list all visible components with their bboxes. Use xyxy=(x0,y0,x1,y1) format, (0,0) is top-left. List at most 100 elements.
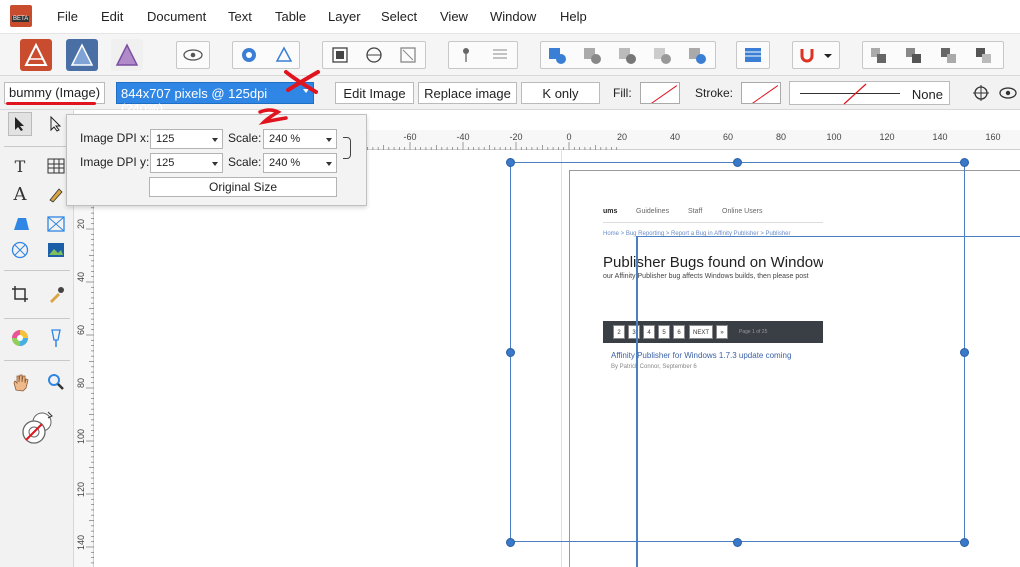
artistic-text-tool-icon[interactable]: A xyxy=(8,182,32,206)
selection-bounding-box[interactable] xyxy=(510,162,965,542)
ruler-tick-label: 80 xyxy=(775,132,787,142)
photo-persona-icon[interactable] xyxy=(66,39,98,71)
link-scale-toggle-icon[interactable] xyxy=(343,137,351,159)
transparency-tool-icon[interactable] xyxy=(44,326,68,350)
image-info-text: 844x707 pixels @ 125dpi (240%) xyxy=(121,86,268,116)
tools-panel: T A xyxy=(0,110,74,567)
resize-handle-bottom[interactable] xyxy=(733,538,742,547)
forward-icon xyxy=(941,48,956,63)
shape-tool-icon[interactable] xyxy=(8,212,32,236)
hand-tool-icon[interactable] xyxy=(8,370,32,394)
menu-bar: File Edit Document Text Table Layer Sele… xyxy=(0,0,1020,34)
menu-help[interactable]: Help xyxy=(560,9,587,24)
swap-colors-icon[interactable] xyxy=(18,408,58,448)
dpi-x-label: Image DPI x: xyxy=(80,131,150,145)
ruler-tick-label: 100 xyxy=(826,132,842,142)
fill-swatch[interactable] xyxy=(640,82,680,104)
frame-text-tool-icon[interactable]: T xyxy=(8,154,32,178)
add-icon xyxy=(549,48,566,64)
resize-handle-bottom-right[interactable] xyxy=(960,538,969,547)
node-tool-icon[interactable] xyxy=(44,112,68,136)
menu-table[interactable]: Table xyxy=(275,9,306,24)
pin-group[interactable] xyxy=(448,41,518,69)
resize-handle-right[interactable] xyxy=(960,348,969,357)
align-button[interactable] xyxy=(736,41,770,69)
place-image-tool-icon[interactable] xyxy=(44,238,68,262)
scale-x-value: 240 % xyxy=(269,133,301,145)
original-size-button[interactable]: Original Size xyxy=(149,177,337,197)
resize-handle-bottom-left[interactable] xyxy=(506,538,515,547)
resize-handle-top-right[interactable] xyxy=(960,158,969,167)
ellipse-frame-tool-icon[interactable] xyxy=(8,238,32,262)
xor-icon xyxy=(654,48,671,64)
pin-text-icon xyxy=(493,49,507,59)
tools-divider xyxy=(4,146,70,147)
boolean-ops-group[interactable] xyxy=(540,41,716,69)
replace-image-button[interactable]: Replace image xyxy=(418,82,517,104)
scale-x-combo[interactable]: 240 % xyxy=(263,129,337,149)
backward-icon xyxy=(906,48,921,63)
ruler-tick-label: 120 xyxy=(879,132,895,142)
crosshair-icon[interactable] xyxy=(972,84,990,102)
app-logo-icon[interactable] xyxy=(10,5,32,27)
ruler-tick-label: 120 xyxy=(76,481,86,497)
tools-divider xyxy=(4,318,70,319)
annotation-cross-mark xyxy=(284,70,320,94)
pin-icon xyxy=(463,48,469,62)
dpi-x-value: 125 xyxy=(156,133,175,145)
publisher-persona-icon[interactable] xyxy=(20,39,52,71)
eye-icon[interactable] xyxy=(998,84,1018,102)
snapping-button[interactable] xyxy=(792,41,840,69)
ruler-tick-label: 0 xyxy=(566,132,572,142)
ruler-tick-label: 20 xyxy=(616,132,628,142)
flower-icon xyxy=(242,48,256,62)
ruler-tick-label: 160 xyxy=(985,132,1001,142)
move-tool-icon[interactable] xyxy=(8,112,32,136)
arrange-group[interactable] xyxy=(862,41,1004,69)
menu-edit[interactable]: Edit xyxy=(101,9,123,24)
menu-view[interactable]: View xyxy=(440,9,468,24)
ruler-tick-label: 140 xyxy=(76,534,86,550)
text-wrap-group[interactable] xyxy=(322,41,426,69)
annotation-scribble-mark xyxy=(258,108,288,125)
ruler-tick-label: 40 xyxy=(76,271,86,282)
scale-x-label: Scale: xyxy=(228,131,262,145)
ruler-tick-label: -20 xyxy=(509,132,523,142)
dpi-y-value: 125 xyxy=(156,157,175,169)
picture-frame-tool-icon[interactable] xyxy=(44,212,68,236)
menu-select[interactable]: Select xyxy=(381,9,417,24)
fill-tool-icon[interactable] xyxy=(8,326,32,350)
stroke-swatch[interactable] xyxy=(741,82,781,104)
menu-text[interactable]: Text xyxy=(228,9,252,24)
preview-mode-button[interactable] xyxy=(176,41,210,69)
chevron-down-icon xyxy=(326,162,332,166)
ruler-tick-label: 40 xyxy=(669,132,681,142)
wrap-square-icon xyxy=(332,47,348,63)
menu-file[interactable]: File xyxy=(57,9,78,24)
align-icon xyxy=(745,48,761,62)
scale-y-value: 240 % xyxy=(269,157,301,169)
k-only-button[interactable]: K only xyxy=(521,82,600,104)
resize-handle-top[interactable] xyxy=(733,158,742,167)
menu-layer[interactable]: Layer xyxy=(328,9,361,24)
color-picker-tool-icon[interactable] xyxy=(44,282,68,306)
subtract-icon xyxy=(584,48,601,64)
edit-image-button[interactable]: Edit Image xyxy=(335,82,414,104)
crop-tool-icon[interactable] xyxy=(8,282,32,306)
designer-persona-icon[interactable] xyxy=(111,39,143,71)
pen-tool-icon[interactable] xyxy=(44,182,68,206)
shape-icon xyxy=(275,46,293,62)
zoom-tool-icon[interactable] xyxy=(44,370,68,394)
stroke-style-dropdown[interactable]: None xyxy=(789,81,950,105)
resize-handle-top-left[interactable] xyxy=(506,158,515,167)
menu-document[interactable]: Document xyxy=(147,9,206,24)
dpi-x-combo[interactable]: 125 xyxy=(150,129,223,149)
menu-window[interactable]: Window xyxy=(490,9,536,24)
vertical-ruler: 20 40 60 80 100 120 140 xyxy=(74,150,94,567)
assets-button-group[interactable] xyxy=(232,41,300,69)
scale-y-combo[interactable]: 240 % xyxy=(263,153,337,173)
resize-handle-left[interactable] xyxy=(506,348,515,357)
ruler-tick-label: -40 xyxy=(456,132,470,142)
table-tool-icon[interactable] xyxy=(44,154,68,178)
dpi-y-combo[interactable]: 125 xyxy=(150,153,223,173)
